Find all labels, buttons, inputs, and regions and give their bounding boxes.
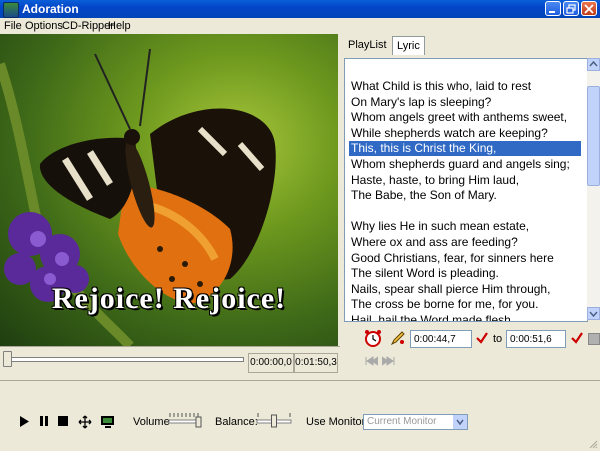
scroll-thumb[interactable] <box>587 86 600 186</box>
video-display[interactable]: Rejoice! Rejoice! <box>0 34 338 346</box>
end-time-field[interactable]: 0:00:51,6 <box>506 330 566 348</box>
maximize-button[interactable] <box>563 1 579 16</box>
menu-file[interactable]: File <box>4 20 22 32</box>
video-caption: Rejoice! Rejoice! <box>51 282 287 315</box>
alarm-clock-icon[interactable] <box>364 329 382 347</box>
fullscreen-icon[interactable] <box>78 415 92 429</box>
stop-sync-icon[interactable] <box>588 333 600 345</box>
tab-lyric[interactable]: Lyric <box>392 36 425 55</box>
lyric-line[interactable]: Why lies He in such mean estate, <box>349 219 581 234</box>
seek-track[interactable] <box>6 357 244 362</box>
minimize-button[interactable] <box>545 1 561 16</box>
chevron-down-icon[interactable] <box>453 415 467 429</box>
lyric-line[interactable]: This, this is Christ the King, <box>349 141 581 157</box>
resize-grip-icon[interactable] <box>588 439 598 449</box>
lyric-line[interactable]: The Babe, the Son of Mary. <box>349 188 581 203</box>
scroll-up-arrow[interactable] <box>587 58 600 71</box>
to-label: to <box>493 333 503 345</box>
monitor-select[interactable]: Current Monitor <box>363 414 468 430</box>
menu-bar: File Options CD-Ripper Help <box>0 18 600 34</box>
skip-back-icon[interactable] <box>364 356 378 366</box>
window-title: Adoration <box>22 2 79 16</box>
lyric-line[interactable]: Whom angels greet with anthems sweet, <box>349 110 581 125</box>
lyric-line[interactable]: What Child is this who, laid to rest <box>349 79 581 94</box>
lyric-line[interactable]: Where ox and ass are feeding? <box>349 235 581 250</box>
stop-icon[interactable] <box>57 415 71 429</box>
check-end-icon[interactable] <box>570 331 584 345</box>
lyric-line[interactable]: The silent Word is pleading. <box>349 266 581 281</box>
skip-forward-icon[interactable] <box>382 356 396 366</box>
scroll-down-arrow[interactable] <box>587 307 600 320</box>
app-icon <box>3 2 19 18</box>
monitor-select-value: Current Monitor <box>367 416 437 427</box>
lyric-line[interactable]: The cross be borne for me, for you. <box>349 297 581 312</box>
balance-label: Balance: <box>215 416 258 428</box>
title-bar: Adoration <box>0 0 600 18</box>
lyric-line[interactable]: Nails, spear shall pierce Him through, <box>349 282 581 297</box>
tab-playlist[interactable]: PlayList <box>344 36 391 54</box>
menu-options[interactable]: Options <box>25 20 63 32</box>
sync-panel: 0:00:44,7 to 0:00:51,6 <box>342 322 600 378</box>
monitor-label: Use Monitor: <box>306 416 369 428</box>
close-button[interactable] <box>581 1 597 16</box>
start-time-field[interactable]: 0:00:44,7 <box>410 330 472 348</box>
control-bar: Volume Balance: Use Monitor: Current Mon… <box>0 380 600 451</box>
volume-slider[interactable] <box>168 411 202 429</box>
pause-icon[interactable] <box>38 415 52 429</box>
lyric-line[interactable]: Haste, haste, to bring Him laud, <box>349 173 581 188</box>
lyrics-list[interactable]: What Child is this who, laid to rest On M… <box>344 58 588 322</box>
lyric-line[interactable]: Whom shepherds guard and angels sing; <box>349 157 581 172</box>
edit-pen-icon[interactable] <box>390 330 406 346</box>
balance-slider[interactable] <box>256 411 292 429</box>
panel-tabs: PlayList Lyric <box>342 34 600 56</box>
lyric-line[interactable] <box>349 204 581 219</box>
lyric-line[interactable]: Hail, hail the Word made flesh, <box>349 313 581 321</box>
lyric-line[interactable]: On Mary's lap is sleeping? <box>349 95 581 110</box>
seek-thumb[interactable] <box>3 351 12 367</box>
monitor-icon[interactable] <box>100 415 114 429</box>
lyrics-scrollbar[interactable] <box>587 58 600 320</box>
lyric-line[interactable]: While shepherds watch are keeping? <box>349 126 581 141</box>
volume-label: Volume <box>133 416 170 428</box>
lyric-line[interactable]: Good Christians, fear, for sinners here <box>349 251 581 266</box>
total-time: 0:01:50,3 <box>294 353 338 373</box>
menu-cd-ripper[interactable]: CD-Ripper <box>62 20 114 32</box>
check-start-icon[interactable] <box>475 331 489 345</box>
menu-help[interactable]: Help <box>108 20 131 32</box>
play-icon[interactable] <box>18 415 32 429</box>
seek-bar-row: 0:00:00,0 0:01:50,3 <box>0 346 340 381</box>
current-time: 0:00:00,0 <box>248 353 294 373</box>
